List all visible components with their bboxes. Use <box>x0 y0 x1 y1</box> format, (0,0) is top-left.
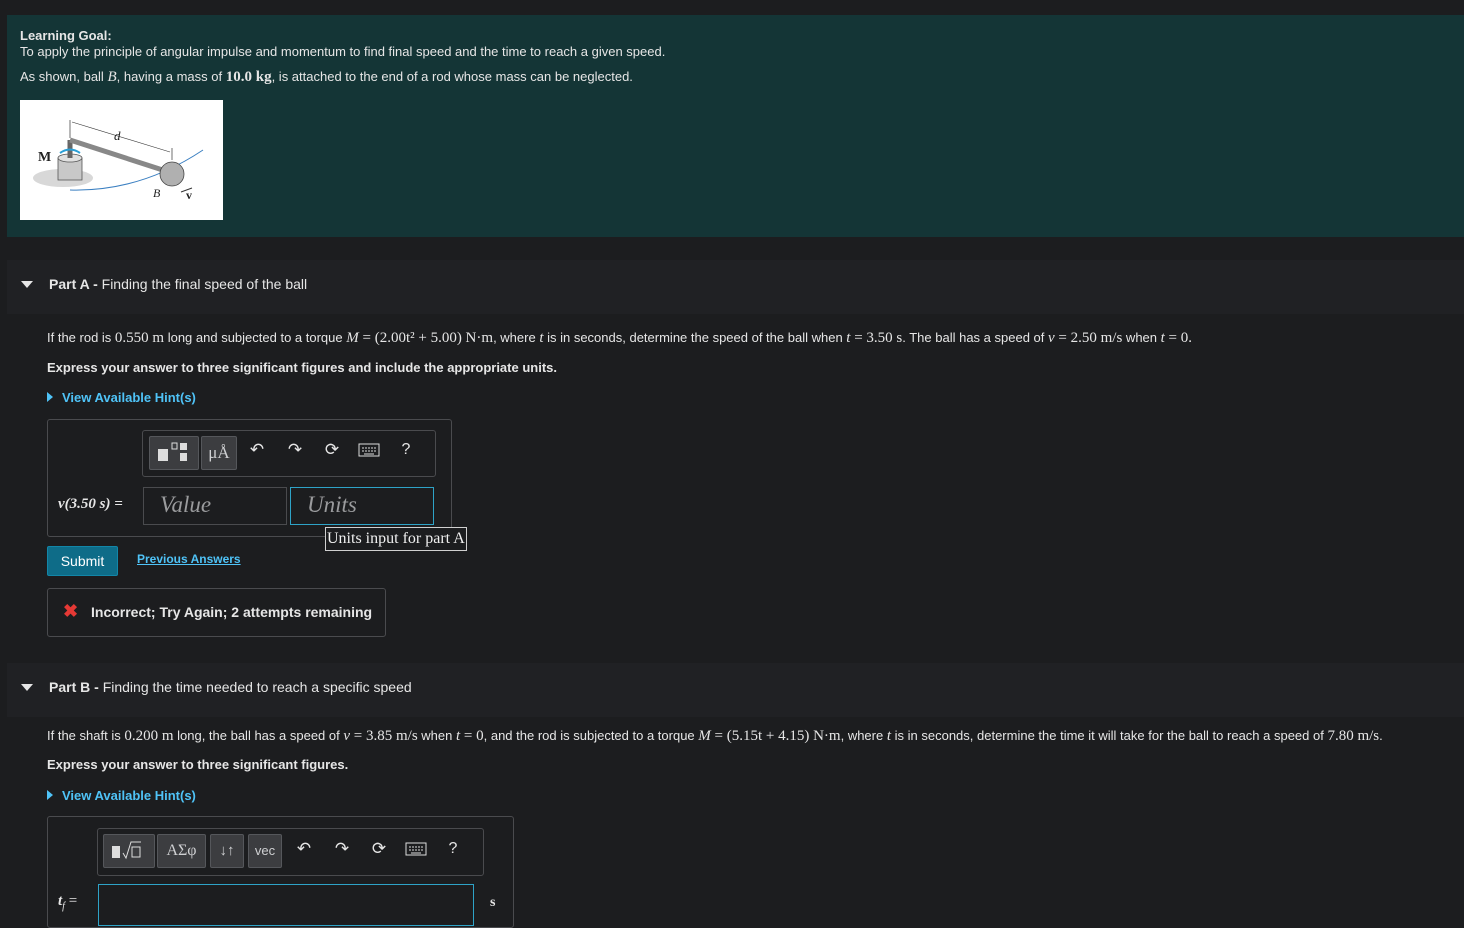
collapse-caret-icon[interactable] <box>21 281 33 288</box>
feedback-box: ✖ Incorrect; Try Again; 2 attempts remai… <box>47 588 386 637</box>
part-a-toolbar: μÅ ↶ ↷ ⟳ ? <box>142 430 436 477</box>
figure-label-d: d <box>114 128 121 143</box>
problem-description: As shown, ball B, having a mass of 10.0 … <box>20 69 633 85</box>
undo-icon[interactable]: ↶ <box>290 839 318 859</box>
keyboard-icon[interactable] <box>355 442 383 462</box>
vector-button[interactable]: vec <box>248 834 282 868</box>
part-b-hint-link[interactable]: View Available Hint(s) <box>47 788 196 803</box>
time-answer-input[interactable] <box>98 884 474 926</box>
submit-button[interactable]: Submit <box>47 546 118 576</box>
redo-icon[interactable]: ↷ <box>281 440 309 460</box>
learning-goal-text: To apply the principle of angular impuls… <box>20 44 666 59</box>
expand-triangle-icon <box>47 790 53 800</box>
part-a-question: If the rod is 0.550 m long and subjected… <box>47 330 1193 346</box>
templates-icon[interactable] <box>103 834 155 868</box>
units-input[interactable]: Units <box>290 487 434 525</box>
part-b-header[interactable]: Part B - Finding the time needed to reac… <box>7 663 1464 717</box>
feedback-message: Incorrect; Try Again; 2 attempts remaini… <box>91 604 373 620</box>
unit-label: s <box>490 895 496 910</box>
part-b-title: Part B - Finding the time needed to reac… <box>49 679 412 695</box>
keyboard-icon[interactable] <box>402 841 430 861</box>
part-a-instruction: Express your answer to three significant… <box>47 360 557 375</box>
previous-answers-link[interactable]: Previous Answers <box>137 552 241 566</box>
part-b-answer-label: tf = <box>58 893 78 912</box>
part-b-instruction: Express your answer to three significant… <box>47 757 349 772</box>
part-a-header[interactable]: Part A - Finding the final speed of the … <box>7 260 1464 314</box>
part-b-question: If the shaft is 0.200 m long, the ball h… <box>47 728 1383 744</box>
learning-goal-panel: Learning Goal: To apply the principle of… <box>7 15 1464 237</box>
expand-triangle-icon <box>47 392 53 402</box>
help-icon[interactable]: ? <box>440 840 466 858</box>
value-input[interactable]: Value <box>143 487 287 525</box>
figure-label-v: v <box>186 188 192 202</box>
redo-icon[interactable]: ↷ <box>328 839 356 859</box>
help-icon[interactable]: ? <box>393 441 419 459</box>
templates-icon[interactable] <box>149 436 199 470</box>
units-button[interactable]: μÅ <box>201 436 237 470</box>
part-b-toolbar: ΑΣφ ↓↑ vec ↶ ↷ ⟳ ? <box>97 828 484 876</box>
learning-goal-title: Learning Goal: <box>20 28 112 43</box>
part-a-answer-label: v(3.50 s) = <box>58 496 123 512</box>
part-a-hint-link[interactable]: View Available Hint(s) <box>47 390 196 405</box>
undo-icon[interactable]: ↶ <box>243 440 271 460</box>
problem-figure: M d B v <box>20 100 223 220</box>
part-a-answer-box: μÅ ↶ ↷ ⟳ ? v(3.50 s) = Value Units <box>47 419 452 537</box>
part-a-title: Part A - Finding the final speed of the … <box>49 276 308 292</box>
reset-icon[interactable]: ⟳ <box>365 839 393 859</box>
incorrect-icon: ✖ <box>63 601 79 621</box>
figure-label-b: B <box>153 186 161 200</box>
subscript-superscript-button[interactable]: ↓↑ <box>210 834 244 868</box>
collapse-caret-icon[interactable] <box>21 684 33 691</box>
reset-icon[interactable]: ⟳ <box>318 440 346 460</box>
greek-letters-button[interactable]: ΑΣφ <box>157 834 206 868</box>
part-b-answer-box: ΑΣφ ↓↑ vec ↶ ↷ ⟳ ? tf = s <box>47 816 514 928</box>
figure-label-m: M <box>38 150 51 165</box>
units-tooltip: Units input for part A <box>325 527 467 551</box>
